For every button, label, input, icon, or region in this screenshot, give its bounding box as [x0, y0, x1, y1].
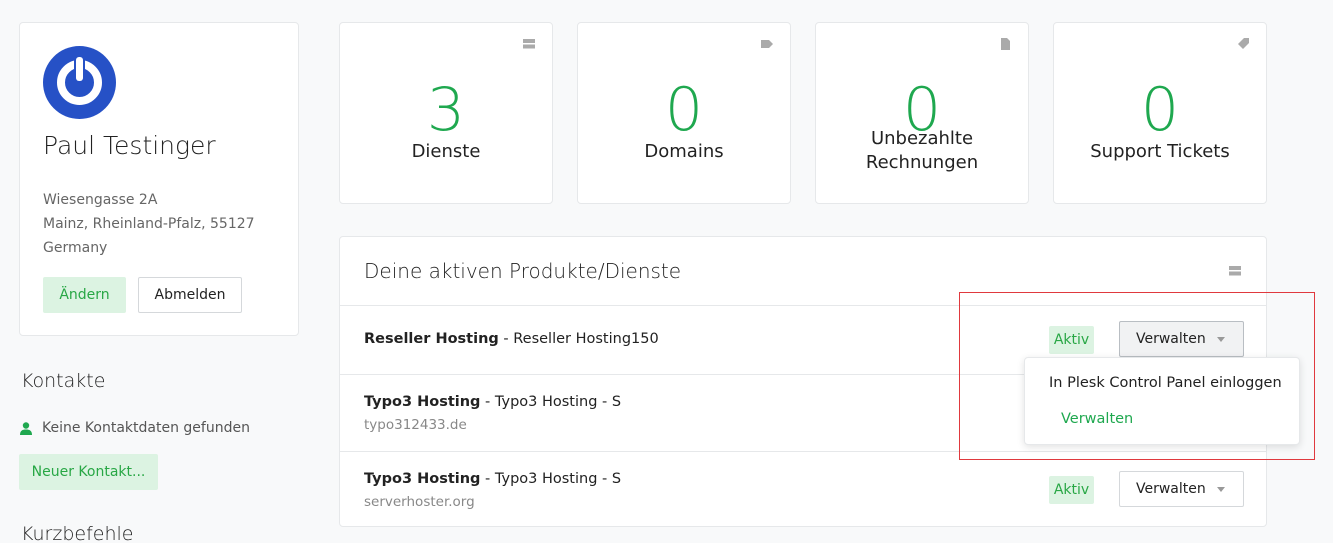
contacts-empty-text: Keine Kontaktdaten gefunden: [42, 420, 250, 436]
product-name: Typo3 Hosting: [364, 471, 481, 487]
profile-name: Paul Testinger: [43, 131, 216, 160]
address-country: Germany: [43, 240, 108, 256]
status-badge: Aktiv: [1049, 476, 1094, 504]
stat-card-tickets[interactable]: 0 Support Tickets: [1053, 22, 1267, 204]
stat-value: 0: [664, 75, 704, 145]
stat-label-line1: Unbezahlte: [870, 128, 974, 149]
manage-dropdown-menu: In Plesk Control Panel einloggen Verwalt…: [1024, 357, 1300, 445]
stat-card-invoices[interactable]: 0 Unbezahlte Rechnungen: [815, 22, 1029, 204]
stat-card-domains[interactable]: 0 Domains: [577, 22, 791, 204]
stat-value: 0: [1140, 75, 1180, 145]
product-row[interactable]: Typo3 Hosting - Typo3 Hosting - S server…: [340, 452, 1266, 528]
product-detail: - Typo3 Hosting - S: [480, 394, 622, 410]
address-line-1: Wiesengasse 2A: [43, 192, 158, 208]
contacts-empty: Keine Kontaktdaten gefunden: [20, 420, 250, 436]
ticket-icon: [1238, 38, 1249, 49]
stat-label: Support Tickets: [1090, 141, 1230, 162]
profile-card: Paul Testinger Wiesengasse 2A Mainz, Rhe…: [19, 22, 299, 336]
product-detail: - Typo3 Hosting - S: [480, 471, 622, 487]
caret-down-icon: [1217, 337, 1225, 342]
stat-label: Dienste: [411, 141, 481, 162]
product-domain[interactable]: typo312433.de: [364, 417, 467, 433]
contacts-title: Kontakte: [21, 370, 106, 392]
caret-down-icon: [1217, 487, 1225, 492]
logout-button[interactable]: Abmelden: [138, 277, 242, 313]
products-header: Deine aktiven Produkte/Dienste: [340, 237, 1266, 306]
product-title: Typo3 Hosting - Typo3 Hosting - S: [364, 471, 621, 487]
user-icon: [20, 421, 32, 435]
product-title: Reseller Hosting - Reseller Hosting150: [364, 331, 659, 347]
address-line-2: Mainz, Rheinland-Pfalz, 55127: [43, 216, 255, 232]
product-domain[interactable]: serverhoster.org: [364, 494, 475, 510]
edit-profile-button[interactable]: Ändern: [43, 277, 126, 313]
manage-label: Verwalten: [1136, 331, 1206, 347]
stat-label-line2: Rechnungen: [865, 152, 979, 173]
avatar: [43, 46, 116, 119]
stat-card-services[interactable]: 3 Dienste: [339, 22, 553, 204]
menu-item-manage[interactable]: Verwalten: [1061, 411, 1133, 427]
products-title: Deine aktiven Produkte/Dienste: [364, 259, 682, 283]
product-detail: - Reseller Hosting150: [498, 331, 659, 347]
stat-value: 3: [426, 75, 466, 145]
menu-item-plesk-login[interactable]: In Plesk Control Panel einloggen: [1049, 375, 1282, 391]
stat-label: Unbezahlte Rechnungen: [816, 127, 1028, 175]
status-badge: Aktiv: [1049, 326, 1094, 354]
product-name: Reseller Hosting: [364, 331, 499, 347]
manage-dropdown-button[interactable]: Verwalten: [1119, 321, 1244, 357]
product-name: Typo3 Hosting: [364, 394, 481, 410]
product-title: Typo3 Hosting - Typo3 Hosting - S: [364, 394, 621, 410]
server-icon: [523, 39, 535, 49]
tag-icon: [761, 40, 773, 48]
document-icon: [1001, 38, 1010, 50]
server-icon: [1229, 266, 1241, 276]
new-contact-button[interactable]: Neuer Kontakt...: [19, 454, 158, 490]
manage-dropdown-button[interactable]: Verwalten: [1119, 471, 1244, 507]
manage-label: Verwalten: [1136, 481, 1206, 497]
stat-label: Domains: [644, 141, 724, 162]
shortcuts-title: Kurzbefehle: [21, 523, 134, 543]
